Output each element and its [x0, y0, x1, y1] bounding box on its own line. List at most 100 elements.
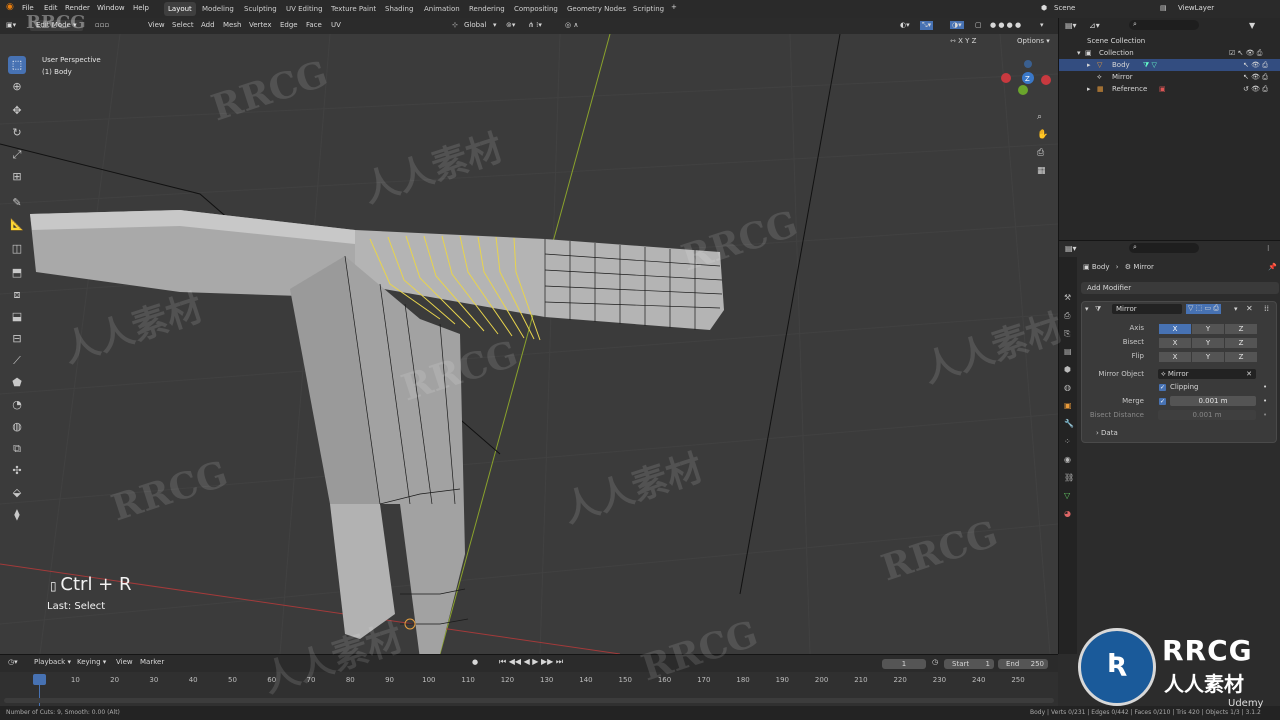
world-tab-icon[interactable]: ◍	[1064, 379, 1074, 397]
shading-solid-icon[interactable]: ● ● ● ●	[990, 21, 1021, 29]
options-icon[interactable]: ⁝	[1267, 244, 1270, 253]
expand-arrow-icon[interactable]: ▸	[1087, 83, 1091, 95]
proportional-edit-icon[interactable]: ◎ ∧	[565, 21, 578, 29]
tab-scripting[interactable]: Scripting	[629, 2, 668, 16]
mirror-axis-x[interactable]: X	[958, 37, 963, 45]
view-layer-icon[interactable]: ▤	[1160, 4, 1167, 12]
tab-rendering[interactable]: Rendering	[465, 2, 509, 16]
start-frame-field[interactable]: Start 1	[944, 659, 994, 669]
merge-distance-field[interactable]: 0.001 m	[1170, 396, 1256, 406]
scene-icon[interactable]: ⬢	[1041, 4, 1047, 12]
outliner-scene-collection[interactable]: Scene Collection	[1059, 35, 1280, 47]
visibility-icon[interactable]: ◐▾	[900, 21, 910, 29]
extrude-icon[interactable]: ⬒	[8, 264, 26, 282]
outliner-search-input[interactable]: ⌕	[1129, 20, 1199, 30]
scale-icon[interactable]: ⤢	[8, 146, 26, 164]
row-toggle-icons[interactable]: ↖ 👁 ⎙	[1243, 59, 1268, 71]
tab-layout[interactable]: Layout	[164, 2, 196, 16]
loop-cut-icon[interactable]: ⊟	[8, 330, 26, 348]
mirror-axes[interactable]: ⇿ X Y Z	[950, 37, 976, 45]
transform-icon[interactable]: ⊞	[8, 168, 26, 186]
particles-tab-icon[interactable]: ⁘	[1064, 433, 1074, 451]
row-toggle-icons[interactable]: ↖ 👁 ⎙	[1243, 71, 1268, 83]
modifier-name-field[interactable]: Mirror	[1112, 304, 1182, 314]
tab-compositing[interactable]: Compositing	[510, 2, 562, 16]
camera-icon[interactable]: ⎙	[1037, 144, 1048, 162]
collapse-arrow-icon[interactable]: ▾	[1085, 305, 1089, 313]
outliner-item-reference[interactable]: ▸ ▦ Reference ▣ ↺ 👁 ⎙	[1059, 83, 1280, 95]
overlay-toggle-icon[interactable]: ◑▾	[950, 21, 964, 29]
row-toggle-icons[interactable]: ↺ 👁 ⎙	[1243, 83, 1268, 95]
modifier-toggle-icons[interactable]: ▽ ⬚ ▭ ⎙	[1186, 304, 1221, 314]
menu-edit[interactable]: Edit	[44, 4, 58, 12]
spin-icon[interactable]: ◔	[8, 396, 26, 414]
expand-arrow-icon[interactable]: ▸	[1087, 59, 1091, 71]
measure-icon[interactable]: 📐	[8, 216, 26, 234]
modifier-tab-icon[interactable]: 🔧	[1064, 415, 1074, 433]
snap-icon[interactable]: ⋔ ⁞▾	[528, 21, 542, 29]
add-workspace-icon[interactable]: +	[671, 3, 677, 11]
select-mode-icons[interactable]: ▫▫▫	[95, 21, 109, 29]
object-tab-icon[interactable]: ▣	[1064, 397, 1074, 415]
menu-window[interactable]: Window	[97, 4, 125, 12]
view-layer-name[interactable]: ViewLayer	[1178, 4, 1214, 12]
outliner-filter-icon[interactable]: ⊿▾	[1089, 21, 1100, 30]
mirror-axis-icon[interactable]: ⇿	[950, 37, 958, 45]
menu-face[interactable]: Face	[306, 21, 322, 29]
tab-sculpting[interactable]: Sculpting	[240, 2, 281, 16]
keyframe-dot-icon[interactable]: •	[1263, 397, 1267, 405]
data-tab-icon[interactable]: ▽	[1064, 487, 1074, 505]
clear-field-icon[interactable]: ✕	[1246, 369, 1252, 379]
current-frame-field[interactable]: 1	[882, 659, 926, 669]
menu-vertex[interactable]: Vertex	[249, 21, 272, 29]
add-modifier-button[interactable]: Add Modifier	[1081, 282, 1279, 294]
collapse-arrow-icon[interactable]: ▾	[1077, 47, 1081, 59]
knife-icon[interactable]: ⟋	[8, 352, 26, 370]
xray-icon[interactable]: ▢	[975, 21, 982, 29]
bisect-y-button[interactable]: Y	[1191, 337, 1225, 349]
navigation-gizmo[interactable]: Z	[1001, 60, 1051, 95]
annotate-icon[interactable]: ✎	[8, 194, 26, 212]
mirror-object-field[interactable]: ⟡ Mirror ✕	[1158, 369, 1256, 379]
menu-mesh[interactable]: Mesh	[223, 21, 241, 29]
zoom-icon[interactable]: ⌕	[1037, 108, 1048, 126]
playhead[interactable]	[33, 674, 46, 685]
options-dropdown[interactable]: Options ▾	[1017, 37, 1050, 45]
axis-z-button[interactable]: Z	[1224, 323, 1258, 335]
row-toggle-icons[interactable]: ☑ ↖ 👁 ⎙	[1229, 47, 1262, 59]
bevel-icon[interactable]: ⬓	[8, 308, 26, 326]
rip-icon[interactable]: ⧫	[8, 506, 26, 524]
flip-x-button[interactable]: X	[1158, 351, 1192, 363]
tool-tab-icon[interactable]: ⚒	[1064, 289, 1074, 307]
mirror-axis-y[interactable]: Y	[965, 37, 969, 45]
scene-tab-icon[interactable]: ⬢	[1064, 361, 1074, 379]
shear-icon[interactable]: ⬙	[8, 484, 26, 502]
axis-x-button[interactable]: X	[1158, 323, 1192, 335]
menu-help[interactable]: Help	[133, 4, 149, 12]
shading-options-icon[interactable]: ▾	[1040, 21, 1044, 29]
clock-icon[interactable]: ◷	[932, 658, 938, 666]
tab-geometry-nodes[interactable]: Geometry Nodes	[563, 2, 630, 16]
timeline-editor-icon[interactable]: ◷▾	[8, 658, 18, 666]
chevron-down-icon[interactable]: ▾	[1234, 305, 1238, 313]
outliner-item-body[interactable]: ▸ ▽ Body ⧩ ▽ ↖ 👁 ⎙	[1059, 59, 1280, 71]
bisect-distance-field[interactable]: 0.001 m	[1158, 410, 1256, 420]
render-tab-icon[interactable]: ⎙	[1064, 307, 1074, 325]
menu-add[interactable]: Add	[201, 21, 215, 29]
drag-handle-icon[interactable]: ⁞⁞	[1264, 304, 1269, 313]
flip-z-button[interactable]: Z	[1224, 351, 1258, 363]
constraints-tab-icon[interactable]: ⛓	[1064, 469, 1074, 487]
menu-select[interactable]: Select	[172, 21, 194, 29]
outliner-editor-icon[interactable]: ▤▾	[1065, 21, 1077, 30]
smooth-icon[interactable]: ◍	[8, 418, 26, 436]
material-tab-icon[interactable]: ◕	[1064, 505, 1074, 523]
tab-modeling[interactable]: Modeling	[198, 2, 238, 16]
rotate-icon[interactable]: ↻	[8, 124, 26, 142]
tab-texture-paint[interactable]: Texture Paint	[327, 2, 380, 16]
tab-shading[interactable]: Shading	[381, 2, 417, 16]
playback-controls[interactable]: ⏮ ◀◀ ◀ ▶ ▶▶ ⏭	[499, 657, 563, 667]
move-icon[interactable]: ✥	[8, 102, 26, 120]
orientation-icon[interactable]: ⊹	[452, 21, 458, 29]
cursor-icon[interactable]: ⊕	[8, 78, 26, 96]
menu-render[interactable]: Render	[65, 4, 90, 12]
